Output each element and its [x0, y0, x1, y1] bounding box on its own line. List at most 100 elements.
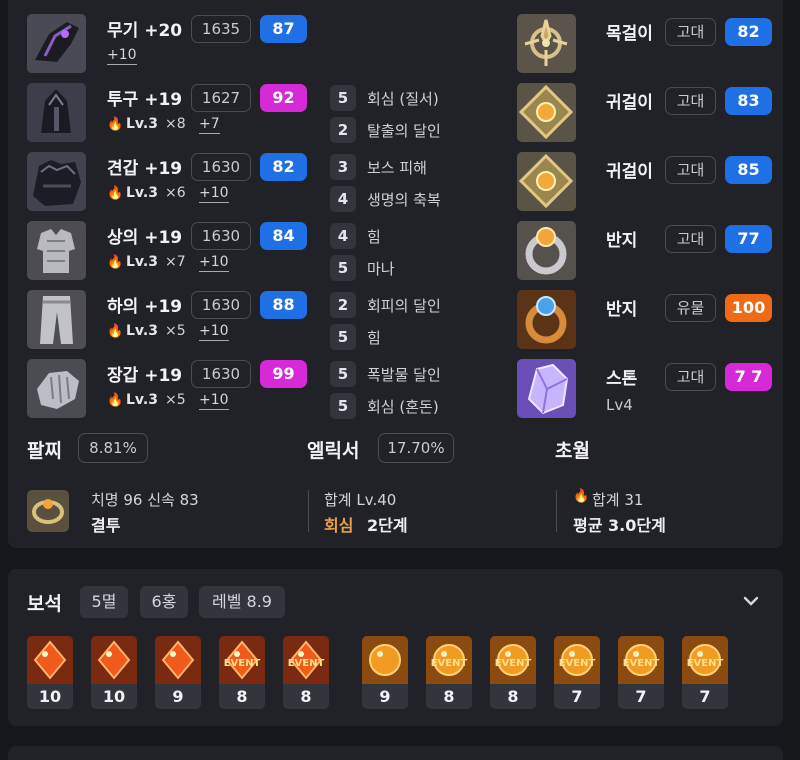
equipment-name: 장갑 +19 — [107, 366, 183, 386]
engraving-item: 3 보스 피해 — [330, 154, 510, 180]
elixir-count: ×5 — [165, 323, 186, 339]
engraving-item: 5 폭발물 달인 — [330, 361, 510, 387]
flame-icon: 🔥 — [107, 117, 124, 132]
equipment-row-weapon[interactable]: 무기 +20 1635 87 +10 — [27, 14, 327, 74]
equipment-name: 무기 +20 — [107, 21, 183, 41]
item-level-badge: 1630 — [191, 153, 251, 181]
bracelet-effect: 결투 — [91, 516, 121, 535]
transcend-title: 초월 — [555, 440, 590, 462]
engraving-level: 4 — [330, 223, 356, 249]
equipment-row-shoulder[interactable]: 견갑 +19 1630 82 🔥 Lv.3 ×6 +10 — [27, 152, 327, 212]
item-level-badge: 1635 — [191, 15, 251, 43]
quality-badge: 83 — [725, 87, 772, 115]
engraving-level: 3 — [330, 154, 356, 180]
engraving-level: 4 — [330, 186, 356, 212]
event-label: EVENT — [622, 658, 660, 669]
engraving-level: 2 — [330, 292, 356, 318]
gem-level: 9 — [172, 687, 184, 706]
gloves-icon — [27, 359, 86, 418]
flame-icon: 🔥 — [107, 255, 124, 270]
flame-icon: 🔥 — [107, 393, 124, 408]
gem-item[interactable]: EVENT 7 — [682, 636, 728, 709]
advanced-refine: +10 — [199, 323, 229, 341]
gem-item[interactable]: EVENT 7 — [554, 636, 600, 709]
quality-badge: 99 — [260, 360, 307, 388]
accessory-row-necklace[interactable]: 목걸이 고대 82 — [517, 14, 777, 74]
elixir-count: ×5 — [165, 392, 186, 408]
accessory-row-ring[interactable]: 반지 고대 77 — [517, 221, 777, 281]
gem-item[interactable]: EVENT 8 — [490, 636, 536, 709]
engraving-name: 탈출의 달인 — [367, 122, 441, 140]
shoulder-icon — [27, 152, 86, 211]
accessory-name: 귀걸이 — [606, 162, 653, 182]
engraving-name: 힘 — [367, 329, 381, 347]
gem-item[interactable]: 10 — [91, 636, 137, 709]
elixir-effect-key: 회심 — [324, 516, 354, 535]
quality-badge: 87 — [260, 15, 307, 43]
quality-badge: 100 — [725, 294, 772, 322]
divider — [308, 490, 309, 532]
damage-gem-icon — [155, 636, 201, 684]
engraving-level: 5 — [330, 393, 356, 419]
gem-level: 8 — [443, 687, 455, 706]
item-level-badge: 1630 — [191, 360, 251, 388]
bracelet-icon — [27, 490, 69, 532]
accessory-name: 반지 — [606, 231, 638, 251]
engraving-name: 회피의 달인 — [367, 297, 441, 315]
event-label: EVENT — [686, 658, 724, 669]
gem-tag: 5멸 — [80, 586, 128, 618]
quality-badge: 82 — [725, 18, 772, 46]
elixir-percent: 17.70% — [378, 433, 454, 463]
event-label: EVENT — [430, 658, 468, 669]
equipment-row-pants[interactable]: 하의 +19 1630 88 🔥 Lv.3 ×5 +10 — [27, 290, 327, 350]
gem-level: 7 — [571, 687, 583, 706]
gem-item[interactable]: EVENT 8 — [219, 636, 265, 709]
event-label: EVENT — [287, 658, 325, 669]
quality-badge: 77 — [725, 225, 772, 253]
engraving-item: 4힘 — [330, 223, 510, 249]
quality-badge: 82 — [260, 153, 307, 181]
elixir-count: ×6 — [165, 185, 186, 201]
elixir-total: 합계 Lv.40 — [324, 491, 397, 509]
advanced-refine: +10 — [107, 47, 137, 65]
transcend-total: 합계 31 — [592, 491, 644, 509]
quality-badge: 92 — [260, 84, 307, 112]
engraving-item: 5 마나 — [330, 255, 510, 281]
engraving-level: 5 — [330, 361, 356, 387]
bracelet-percent: 8.81% — [78, 433, 148, 463]
flame-icon: 🔥 — [107, 324, 124, 339]
equipment-name: 하의 +19 — [107, 297, 183, 317]
gem-item[interactable]: EVENT 8 — [426, 636, 472, 709]
accessory-row-ring[interactable]: 반지 유물 100 — [517, 290, 777, 350]
advanced-refine: +10 — [199, 392, 229, 410]
gem-item[interactable]: EVENT 8 — [283, 636, 329, 709]
equipment-name: 투구 +19 — [107, 90, 183, 110]
accessory-row-stone[interactable]: 스톤 고대 7 7 Lv4 — [517, 359, 777, 419]
equipment-row-helmet[interactable]: 투구 +19 1627 92 🔥 Lv.3 ×8 +7 — [27, 83, 327, 143]
equipment-row-gloves[interactable]: 장갑 +19 1630 99 🔥 Lv.3 ×5 +10 — [27, 359, 327, 419]
engraving-item: 2 회피의 달인 — [330, 292, 510, 318]
gem-panel: 보석 5멸 6홍 레벨 8.9 10 10 9 EVENT 8 EVENT 8 9 EVENT 8… — [8, 569, 783, 726]
grade-badge: 유물 — [665, 294, 716, 322]
helmet-icon — [27, 83, 86, 142]
gem-item[interactable]: 10 — [27, 636, 73, 709]
chest-armor-icon — [27, 221, 86, 280]
equipment-row-chest[interactable]: 상의 +19 1630 84 🔥 Lv.3 ×7 +10 — [27, 221, 327, 281]
gem-level: 8 — [236, 687, 248, 706]
gem-item[interactable]: 9 — [155, 636, 201, 709]
gem-item[interactable]: 9 — [362, 636, 408, 709]
grade-badge: 고대 — [665, 363, 716, 391]
gem-tag: 레벨 8.9 — [199, 586, 285, 618]
accessory-row-earring[interactable]: 귀걸이 고대 83 — [517, 83, 777, 143]
engraving-item: 5 회심 (질서) — [330, 85, 510, 111]
gem-level: 8 — [507, 687, 519, 706]
grade-badge: 고대 — [665, 18, 716, 46]
elixir-level: Lv.3 — [126, 116, 158, 132]
chevron-down-icon[interactable] — [741, 591, 761, 611]
gem-item[interactable]: EVENT 7 — [618, 636, 664, 709]
equipment-panel: 무기 +20 1635 87 +10 투구 +19 1627 92 🔥 Lv.3… — [8, 0, 783, 548]
event-label: EVENT — [558, 658, 596, 669]
engraving-name: 회심 (질서) — [367, 90, 439, 108]
earring-icon — [517, 83, 576, 142]
accessory-row-earring[interactable]: 귀걸이 고대 85 — [517, 152, 777, 212]
